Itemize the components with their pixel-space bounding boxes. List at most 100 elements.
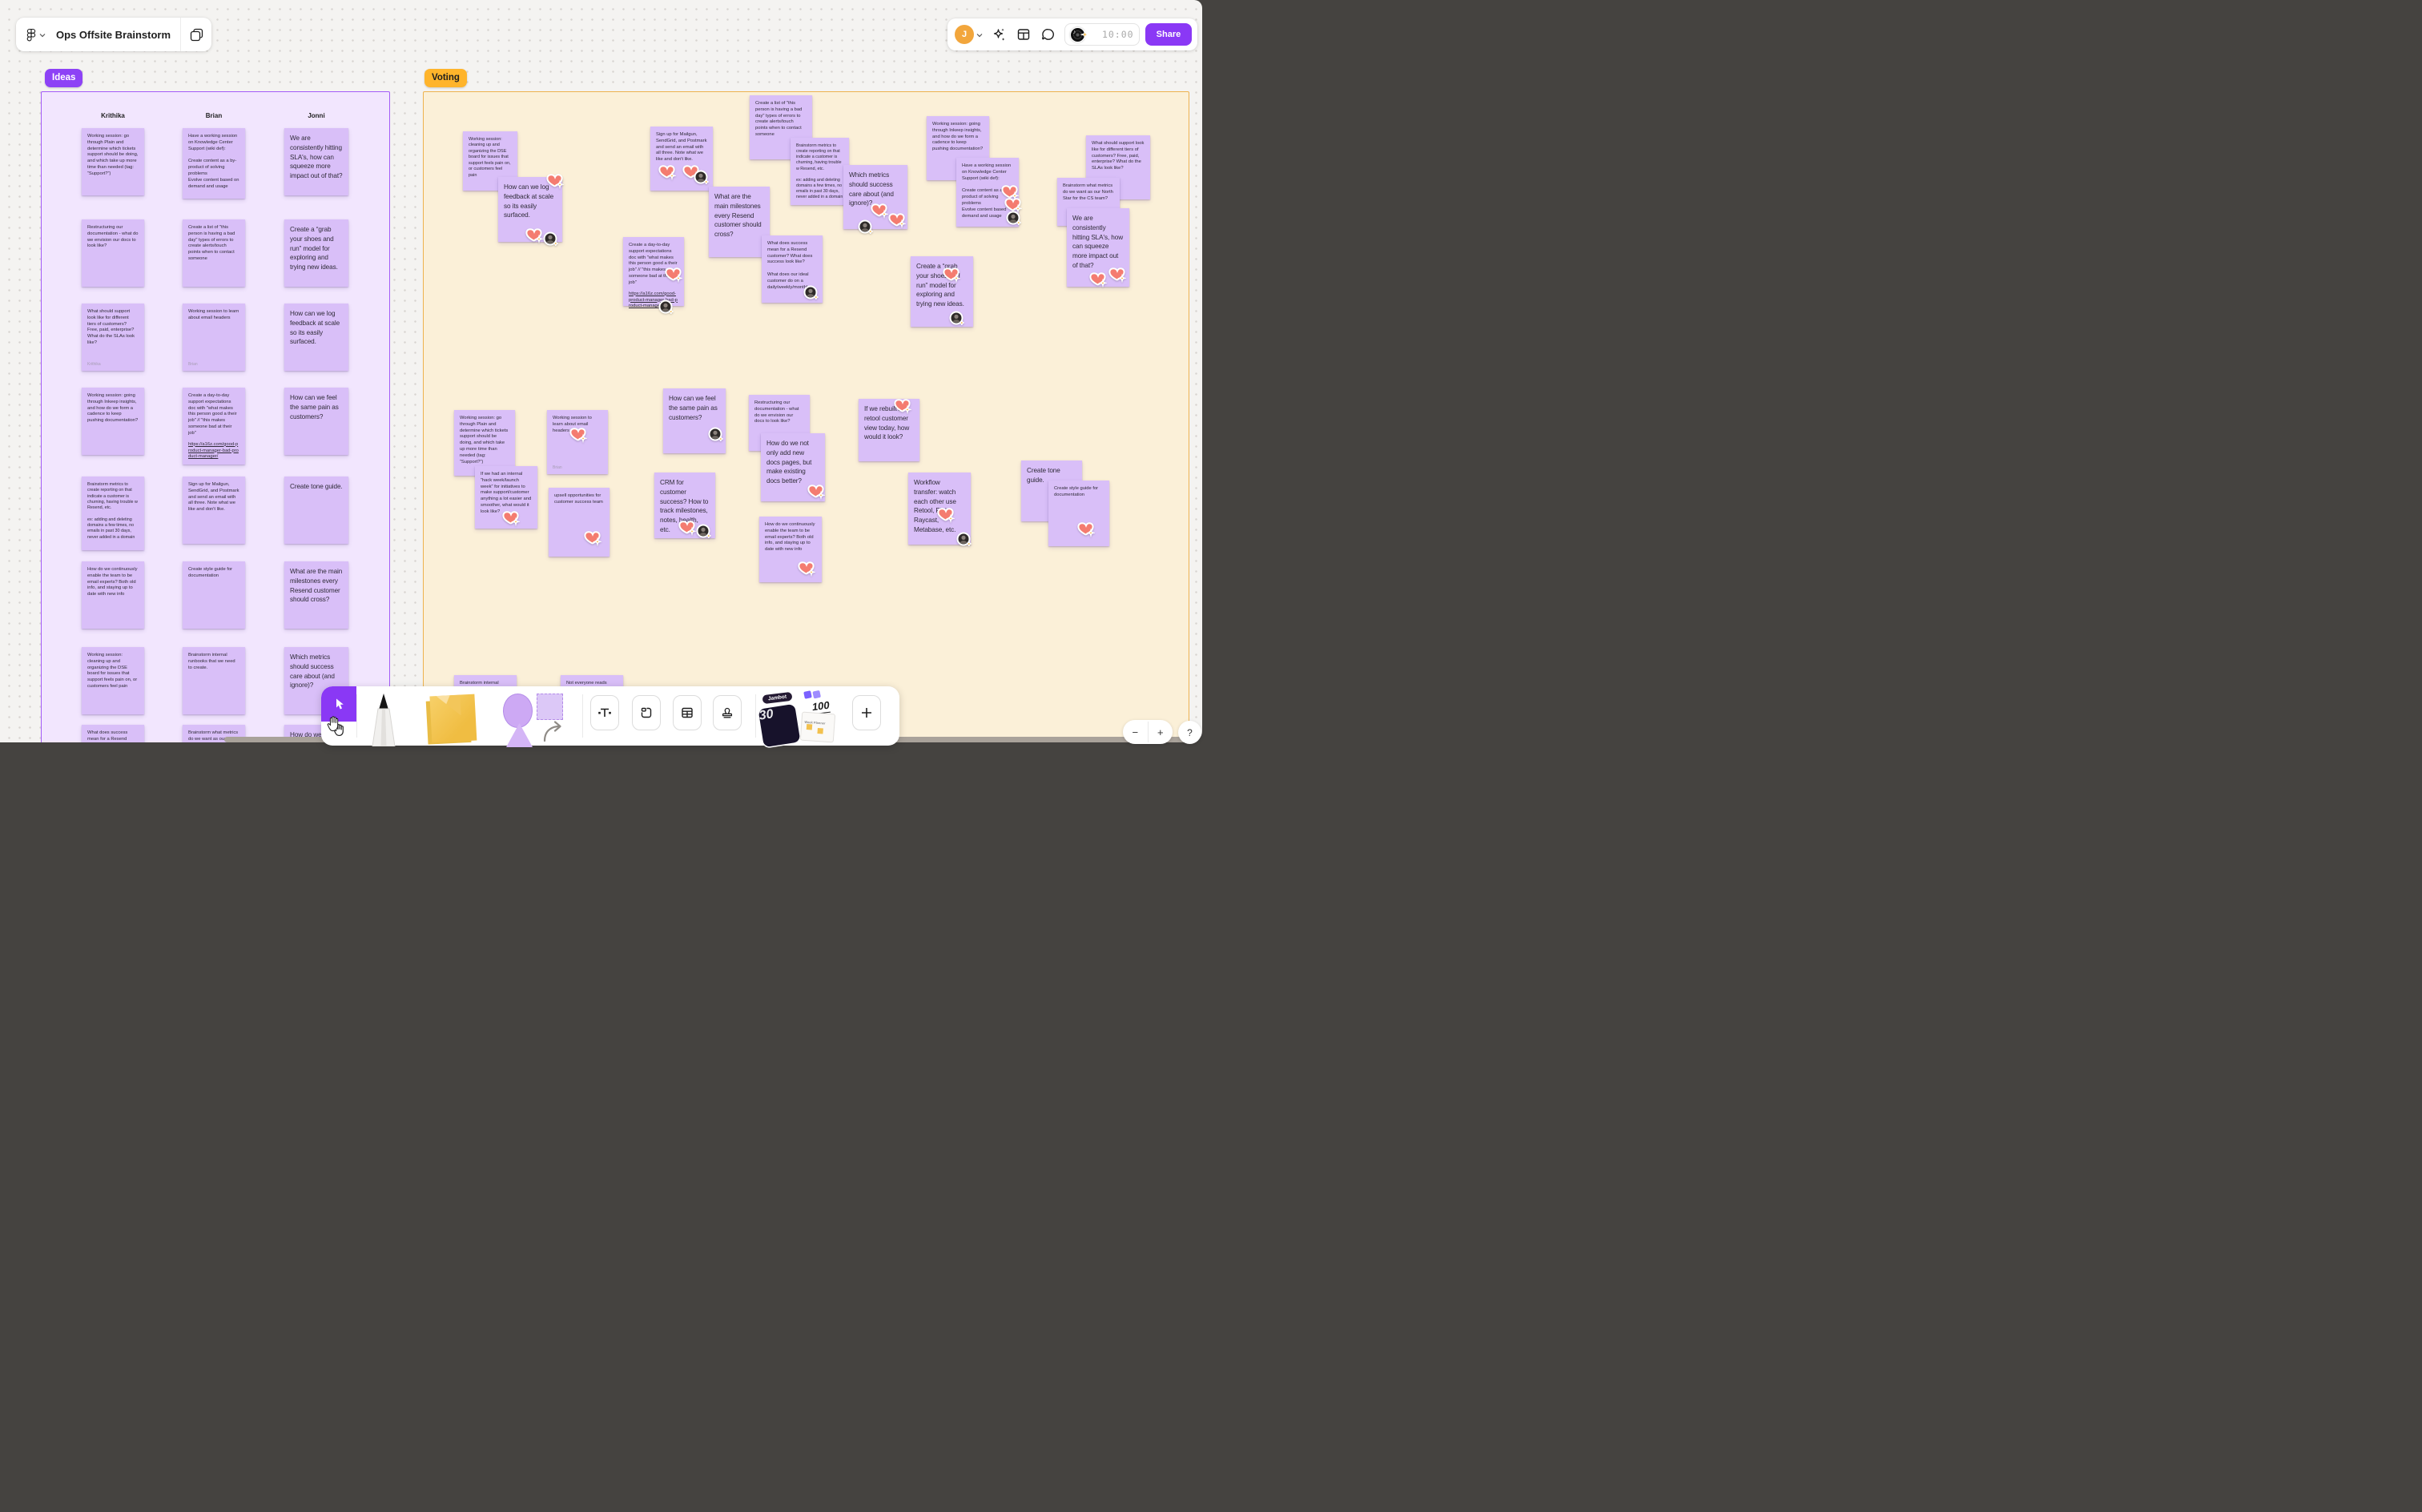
sticky-note-text: Brainstorm metrics to create reporting o…: [796, 143, 843, 200]
sticky-note[interactable]: Create a list of "this person is having …: [183, 219, 245, 287]
sticky-note[interactable]: How do we continuously enable the team t…: [759, 517, 822, 582]
sticky-note[interactable]: Which metrics should success care about …: [843, 165, 907, 234]
sticky-note[interactable]: What does success mean for a Resend cust…: [82, 725, 144, 742]
avatar-stamp-icon: [708, 427, 726, 443]
boards-icon[interactable]: [181, 18, 211, 51]
sticky-note-text: Working session: going through Inkeep in…: [87, 393, 139, 424]
sticky-note[interactable]: Working session to learn about email hea…: [183, 304, 245, 371]
sticky-note[interactable]: How can we feel the same pain as custome…: [663, 388, 726, 453]
heart-stamp-icon: [682, 165, 701, 181]
sticky-note-text: How can we log feedback at scale so its …: [504, 183, 554, 219]
sticky-note[interactable]: Create a “grab your shoes and run” model…: [911, 256, 973, 327]
section-tool[interactable]: [632, 695, 661, 730]
cursor-arrow-icon: [336, 698, 344, 710]
user-avatar[interactable]: J: [955, 25, 974, 44]
sticky-note[interactable]: Have a working session on Knowledge Cent…: [956, 158, 1023, 227]
planner-widget-thumb[interactable]: Week Planner: [799, 711, 836, 743]
marker-tool[interactable]: [367, 692, 400, 750]
heart-stamp-icon: [584, 531, 602, 547]
canvas[interactable]: Ideas Voting Krithika Brian Jonni Workin…: [0, 0, 1202, 742]
column-header-krithika: Krithika: [101, 112, 125, 119]
sticky-note[interactable]: How can we feel the same pain as custome…: [284, 388, 348, 455]
connector-arrow-tool[interactable]: [541, 719, 565, 747]
sticky-note-text: Create a day-to-day support expectations…: [629, 243, 678, 285]
sticky-note-text: upsell opportunities for customer succes…: [554, 493, 603, 505]
sticky-note[interactable]: What are the main milestones every Resen…: [284, 561, 348, 629]
sticky-note-text: What are the main milestones every Resen…: [290, 568, 343, 604]
sticky-note[interactable]: We are consistently hitting SLA's, how c…: [284, 128, 348, 195]
sticky-note-link[interactable]: https://a16z.com/good-product-manager-ba…: [188, 442, 239, 460]
sticky-note[interactable]: Have a working session on Knowledge Cent…: [183, 128, 245, 199]
sticky-note-text: How can we feel the same pain as custome…: [290, 394, 339, 420]
sticky-note[interactable]: How do we not only add new docs pages, b…: [761, 433, 826, 501]
sticky-note[interactable]: Create style guide for documentation: [183, 561, 245, 629]
sticky-note[interactable]: How do we continuously enable the team t…: [82, 561, 144, 629]
heart-stamp-icon: [658, 165, 677, 181]
sticky-note[interactable]: Brainstorm metrics to create reporting o…: [791, 138, 849, 205]
sticky-note[interactable]: upsell opportunities for customer succes…: [549, 488, 610, 557]
figma-logo-icon[interactable]: [26, 28, 36, 42]
thirty-card-widget-thumb[interactable]: 30: [758, 703, 801, 748]
sticky-note-tool[interactable]: [425, 694, 477, 746]
sticky-note[interactable]: We are consistently hitting SLA's, how c…: [1067, 208, 1129, 288]
board-title[interactable]: Ops Offsite Brainstorm: [56, 29, 171, 41]
voting-section-label[interactable]: Voting: [424, 69, 467, 87]
sticky-note-link[interactable]: https://a16z.com/good-product-manager-ba…: [629, 292, 678, 310]
board-title-card: Ops Offsite Brainstorm: [16, 18, 211, 51]
sticky-note[interactable]: How can we log feedback at scale so its …: [498, 174, 565, 246]
ai-sparkle-icon[interactable]: [988, 25, 1008, 44]
sticky-note[interactable]: Working session: going through Inkeep in…: [82, 388, 144, 455]
sticky-note[interactable]: Working session: go through Plain and de…: [82, 128, 144, 195]
sticky-note[interactable]: Create style guide for documentation: [1048, 481, 1109, 546]
sticky-note[interactable]: If we rebuilt / retool customer view tod…: [859, 399, 919, 461]
widget-gallery[interactable]: Jambot 100 30 Week Planner: [758, 689, 852, 748]
sticky-note[interactable]: Create a “grab your shoes and run” model…: [284, 219, 348, 287]
jambot-widget-thumb[interactable]: Jambot: [762, 691, 793, 705]
sticky-note-text: Workflow transfer: watch each other use …: [914, 479, 956, 534]
heart-stamp-icon: [888, 213, 907, 229]
sticky-note[interactable]: Brainstorm internal runbooks that we nee…: [183, 647, 245, 714]
help-button[interactable]: ?: [1178, 721, 1201, 744]
sticky-note[interactable]: Create tone guide.: [284, 477, 348, 544]
stamp-tool[interactable]: [713, 695, 742, 730]
sticky-note[interactable]: How can we log feedback at scale so its …: [284, 304, 348, 371]
sticky-note[interactable]: Working session to learn about email hea…: [547, 410, 608, 474]
chevron-down-icon[interactable]: [39, 27, 46, 42]
templates-icon[interactable]: [1014, 25, 1033, 44]
chevron-down-icon[interactable]: [976, 27, 983, 42]
add-widget-button[interactable]: [852, 695, 881, 730]
sticky-note-text: Sign up for Mailgun, SendGrid, and Postm…: [656, 132, 707, 163]
sticky-note[interactable]: What should support look like for differ…: [82, 304, 144, 371]
sticky-note[interactable]: Workflow transfer: watch each other use …: [908, 472, 972, 546]
sticky-note-text: If we rebuilt / retool customer view tod…: [864, 405, 910, 441]
sticky-note-text: Create tone guide.: [290, 483, 343, 490]
sticky-note[interactable]: Brainstorm metrics to create reporting o…: [82, 477, 144, 550]
zoom-out-button[interactable]: −: [1123, 720, 1148, 744]
square-shape-tool[interactable]: [537, 694, 563, 720]
chat-bubble-icon[interactable]: [1039, 25, 1058, 44]
sticky-note[interactable]: Create a day-to-day support expectations…: [623, 237, 684, 314]
column-header-jonni: Jonni: [308, 112, 325, 119]
ellipse-shape-tool[interactable]: [503, 694, 533, 728]
table-tool[interactable]: [673, 695, 702, 730]
sticky-note[interactable]: Sign up for Mailgun, SendGrid, and Postm…: [650, 127, 713, 191]
share-button[interactable]: Share: [1145, 23, 1192, 46]
header-toolbar-card: J ♪ 10:00 Share: [947, 18, 1197, 50]
sticky-note[interactable]: Restructuring our documentation - what d…: [82, 219, 144, 287]
zoom-in-button[interactable]: +: [1149, 720, 1173, 744]
avatar-stamp-icon: [949, 311, 967, 327]
sticky-note-text: Working session: go through Plain and de…: [460, 416, 509, 464]
sticky-note[interactable]: What does success mean for a Resend cust…: [762, 235, 823, 303]
sticky-note-author: Brian: [188, 362, 198, 368]
sticky-note-text: If we had an internal “hack week/launch …: [481, 472, 532, 514]
sticky-note[interactable]: Working session: cleaning up and organiz…: [82, 647, 144, 714]
sticky-note-text: How do we continuously enable the team t…: [765, 522, 815, 553]
sticky-note[interactable]: CRM for customer success? How to track m…: [654, 472, 715, 538]
sticky-note[interactable]: Create a day-to-day support expectations…: [183, 388, 245, 464]
timer-widget[interactable]: ♪ 10:00: [1064, 23, 1140, 46]
sticky-note[interactable]: What are the main milestones every Resen…: [709, 187, 770, 257]
ideas-section-label[interactable]: Ideas: [45, 69, 83, 87]
sticky-note[interactable]: If we had an internal “hack week/launch …: [475, 466, 537, 529]
text-tool[interactable]: [590, 695, 619, 730]
sticky-note[interactable]: Sign up for Mailgun, SendGrid, and Postm…: [183, 477, 245, 544]
